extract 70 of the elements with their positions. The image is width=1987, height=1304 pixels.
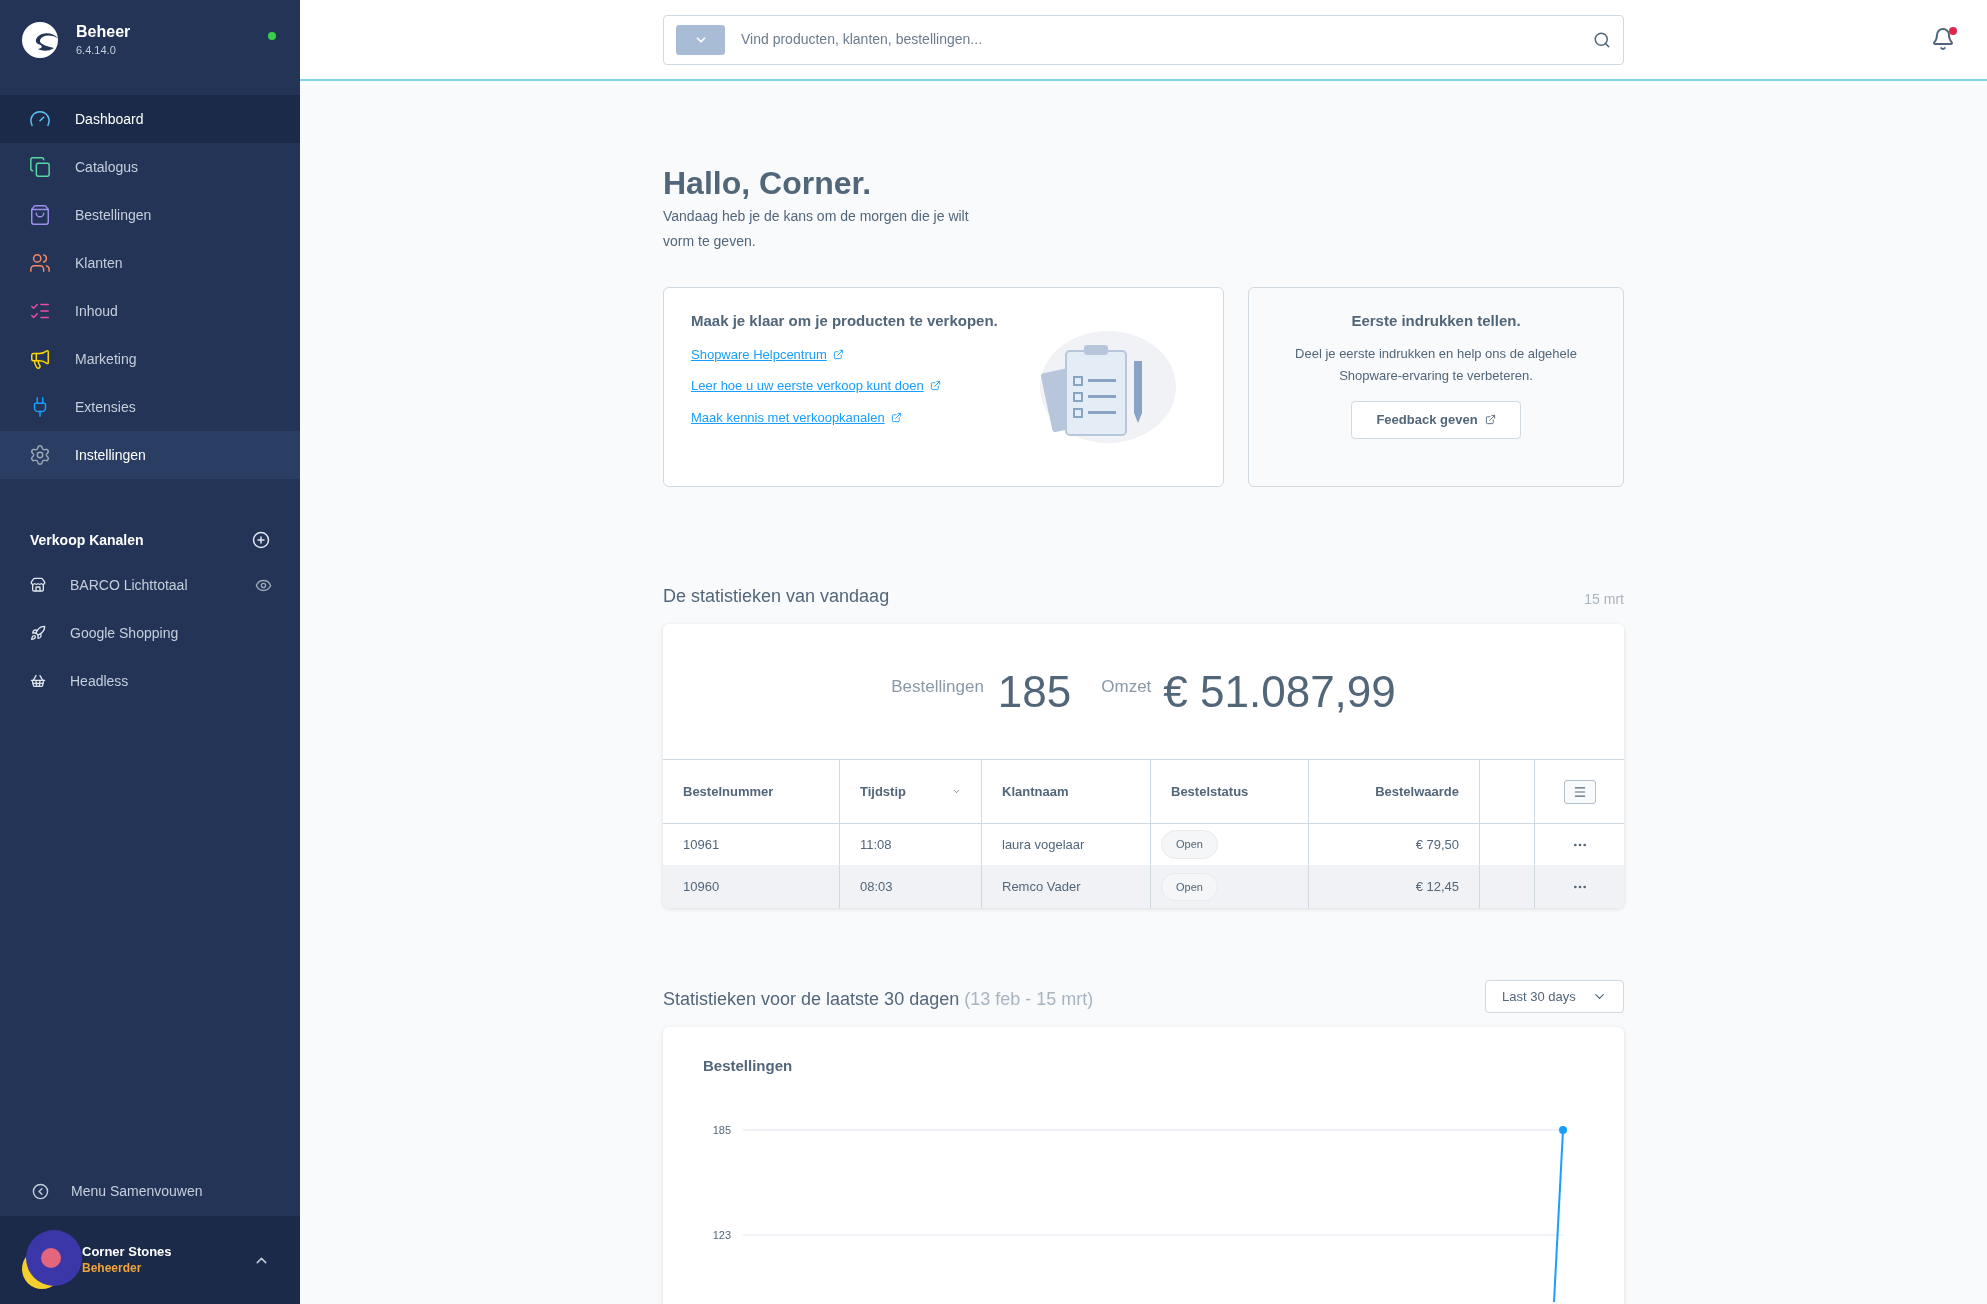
chevron-left-icon <box>32 1182 49 1200</box>
nav-item[interactable]: Klanten <box>0 239 300 287</box>
card-title: Eerste indrukken tellen. <box>1351 311 1521 331</box>
stat-value: 185 <box>997 665 1072 718</box>
table-cell-text: Remco Vader <box>1002 878 1081 897</box>
menu-icon <box>1572 784 1587 799</box>
nav-item[interactable]: Instellingen <box>0 431 300 479</box>
stat-value: € 51.087,99 <box>1163 665 1396 718</box>
column-header[interactable]: Bestelstatus <box>1171 781 1249 802</box>
channel-item[interactable]: BARCO Lichttotaal <box>30 574 255 596</box>
nav-item[interactable]: Extensies <box>0 383 300 431</box>
table-cell-text: € 12,45 <box>1415 878 1459 897</box>
sort-icon[interactable] <box>952 787 961 796</box>
table-cell-text: 11:08 <box>860 835 892 854</box>
basket-icon <box>30 673 46 689</box>
table-cell-text: 10960 <box>683 878 720 897</box>
status-badge: Open <box>1161 830 1218 859</box>
feedback-button[interactable]: Feedback geven <box>1351 400 1521 439</box>
column-header[interactable]: Tijdstip <box>860 781 906 802</box>
table-cell-text: 08:03 <box>860 878 893 897</box>
greeting-text: Vandaag heb je de kans om de morgen die je wilt vorm te geven. <box>663 207 970 251</box>
user-name: Corner Stones <box>82 1244 173 1260</box>
table-cell-text: € 79,50 <box>1415 835 1459 854</box>
search-input[interactable]: Vind producten, klanten, bestellingen... <box>741 29 1577 50</box>
column-header[interactable]: Bestelnummer <box>683 781 774 802</box>
table-cell-text: laura vogelaar <box>1002 835 1085 854</box>
greeting-title: Hallo, Corner. <box>663 164 873 202</box>
section-title: Verkoop Kanalen <box>30 530 145 550</box>
add-icon[interactable] <box>252 531 270 549</box>
stat-label: Omzet <box>1101 675 1152 698</box>
card-title: Maak je klaar om je producten te verkopen. <box>691 311 999 331</box>
table-cell-text: 10961 <box>683 835 720 854</box>
external-link-icon <box>1484 414 1496 425</box>
store-icon <box>30 577 46 593</box>
nav-item[interactable]: Catalogus <box>0 143 300 191</box>
collapse-menu-item[interactable]: Menu Samenvouwen <box>0 1166 300 1216</box>
status-badge: Open <box>1161 872 1218 902</box>
nav-item[interactable]: Dashboard <box>0 95 300 143</box>
user-role: Beheerder <box>82 1260 143 1276</box>
external-link-icon <box>929 380 941 392</box>
stat-label: Bestellingen <box>891 675 984 698</box>
column-settings-button[interactable] <box>1563 779 1596 804</box>
axis-tick-label: 123 <box>712 1228 731 1241</box>
nav-item[interactable]: Inhoud <box>0 287 300 335</box>
column-header[interactable]: Bestelwaarde <box>1375 781 1459 802</box>
external-link-icon <box>890 411 902 423</box>
chart-title: Bestellingen <box>702 1056 794 1076</box>
section-title: Statistieken voor de laatste 30 dagen (13 feb - 15 mrt) <box>663 988 1094 1011</box>
channel-item[interactable]: Headless <box>30 670 272 692</box>
nav-item[interactable]: Marketing <box>0 335 300 383</box>
table-row[interactable]: 10961 11:08 laura vogelaar Open € 79,50 <box>663 824 1624 866</box>
channel-item[interactable]: Google Shopping <box>30 622 272 644</box>
avatar-drawing <box>20 1229 82 1291</box>
rocket-icon <box>30 625 46 641</box>
search-bar[interactable]: Vind producten, klanten, bestellingen... <box>663 14 1624 65</box>
table-row[interactable]: 10960 08:03 Remco Vader Open € 12,45 <box>663 866 1624 908</box>
notification-bell[interactable] <box>1931 26 1957 53</box>
user-panel[interactable]: Corner Stones Beheerder <box>0 1216 300 1304</box>
external-link-icon <box>832 348 844 360</box>
date-label: 15 mrt <box>1584 590 1624 609</box>
axis-tick-label: 185 <box>712 1123 731 1136</box>
card-text: Deel je eerste indrukken en help ons de algehele Shopware-ervaring te verbeteren. <box>1294 344 1578 385</box>
period-select[interactable]: Last 30 days <box>1485 980 1624 1013</box>
section-title: De statistieken van vandaag <box>663 585 890 608</box>
app-title: Beheer <box>76 22 131 42</box>
nav-item[interactable]: Bestellingen <box>0 191 300 239</box>
version-label: 6.4.14.0 <box>76 43 117 58</box>
column-header[interactable]: Klantnaam <box>1002 781 1069 802</box>
logo-icon <box>22 22 58 58</box>
search-icon[interactable] <box>1593 30 1611 49</box>
